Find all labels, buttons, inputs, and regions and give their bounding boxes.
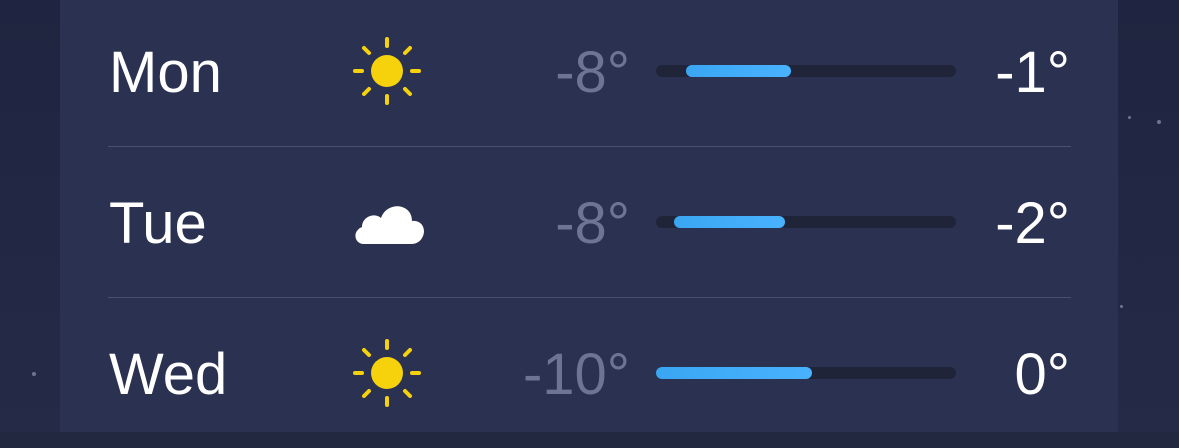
temperature-range-fill	[674, 216, 785, 228]
star	[1157, 120, 1161, 124]
high-temperature: 0°	[1014, 342, 1070, 407]
temperature-range-bar	[656, 65, 956, 77]
low-temperature: -10°	[522, 342, 630, 407]
temperature-range-bar	[656, 367, 956, 379]
star	[32, 372, 36, 376]
daily-forecast-card: Mon -8° -1° Tue -8° -2° Wed -10° 0°	[60, 0, 1118, 432]
low-temperature: -8°	[555, 191, 630, 256]
day-label: Tue	[109, 191, 207, 256]
temperature-range-fill	[686, 65, 791, 77]
forecast-row-mon[interactable]: Mon -8° -1°	[60, 0, 1118, 150]
high-temperature: -1°	[995, 40, 1070, 105]
star	[1120, 305, 1123, 308]
temperature-range-fill	[656, 367, 812, 379]
sun-icon	[353, 37, 421, 105]
temperature-range-bar	[656, 216, 956, 228]
day-label: Mon	[109, 40, 222, 105]
forecast-row-tue[interactable]: Tue -8° -2°	[60, 147, 1118, 297]
star	[1128, 116, 1131, 119]
sun-icon	[353, 339, 421, 407]
high-temperature: -2°	[995, 191, 1070, 256]
forecast-row-wed[interactable]: Wed -10° 0°	[60, 298, 1118, 448]
cloud-icon	[355, 206, 424, 244]
low-temperature: -8°	[555, 40, 630, 105]
day-label: Wed	[109, 342, 228, 407]
